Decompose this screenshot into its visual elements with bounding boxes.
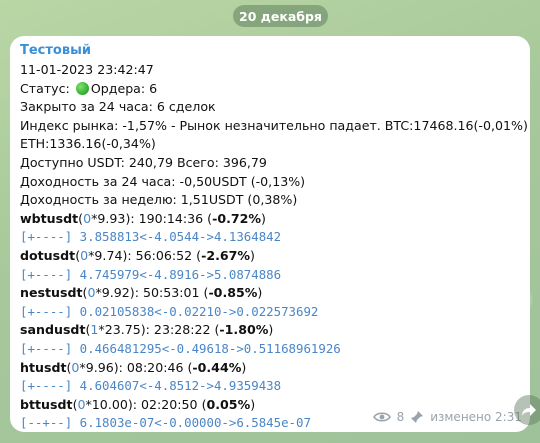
status-line: Статус: Ордера: 6 [20,80,158,96]
views-count: 8 [396,410,405,424]
share-button[interactable] [514,395,540,425]
pair-header: wbtusdt(0*9.93): 190:14:36 (-0.72%) [20,210,266,226]
pair-header: nestusdt(0*9.92): 50:53:01 (-0.85%) [20,285,263,301]
pair-range[interactable]: [+----] 3.858813<-4.0544->4.1364842 [20,228,520,247]
market-index-line: Индекс рынка: -1,57% - Рынок незначитель… [20,117,528,133]
pair-range[interactable]: [+----] 0.02105838<-0.02210->0.022573692 [20,303,520,322]
sender-name[interactable]: Тестовый [20,42,520,60]
eye-icon [372,412,391,422]
message-bubble[interactable]: Тестовый 11-01-2023 23:42:47 Статус: Орд… [10,36,530,432]
pair-header: htusdt(0*9.96): 08:20:46 (-0.44%) [20,359,247,375]
message-meta: 8 изменено 2:31 [372,410,522,424]
share-arrow-icon [522,404,536,416]
message-timestamp: 11-01-2023 23:42:47 [20,62,154,77]
eth-line: ETH:1336.16(-0,34%) [20,136,156,152]
green-circle-icon [75,81,89,95]
pair-range[interactable]: [+----] 4.745979<-4.8916->5.0874886 [20,266,520,285]
date-label: 20 декабря [239,8,322,24]
edited-label: изменено 2:31 [430,410,522,424]
pair-range[interactable]: [+----] 0.466481295<-0.49618->0.51168961… [20,340,520,359]
closed-24h-line: Закрыто за 24 часа: 6 сделок [20,99,216,115]
pair-header: sandusdt(1*23.75): 23:28:22 (-1.80%) [20,322,274,338]
available-line: Доступно USDT: 240,79 Всего: 396,79 [20,154,267,170]
date-separator: 20 декабря [233,5,328,27]
pair-range[interactable]: [+----] 4.604607<-4.8512->4.9359438 [20,377,520,396]
pairs-list: wbtusdt(0*9.93): 190:14:36 (-0.72%) [+--… [20,210,520,433]
pin-icon [411,411,424,423]
profit-24h-line: Доходность за 24 часа: -0,50USDT (-0,13%… [20,173,306,189]
profit-week-line: Доходность за неделю: 1,51USDT (0,38%) [20,192,298,208]
pair-header: dotusdt(0*9.74): 56:06:52 (-2.67%) [20,247,255,263]
